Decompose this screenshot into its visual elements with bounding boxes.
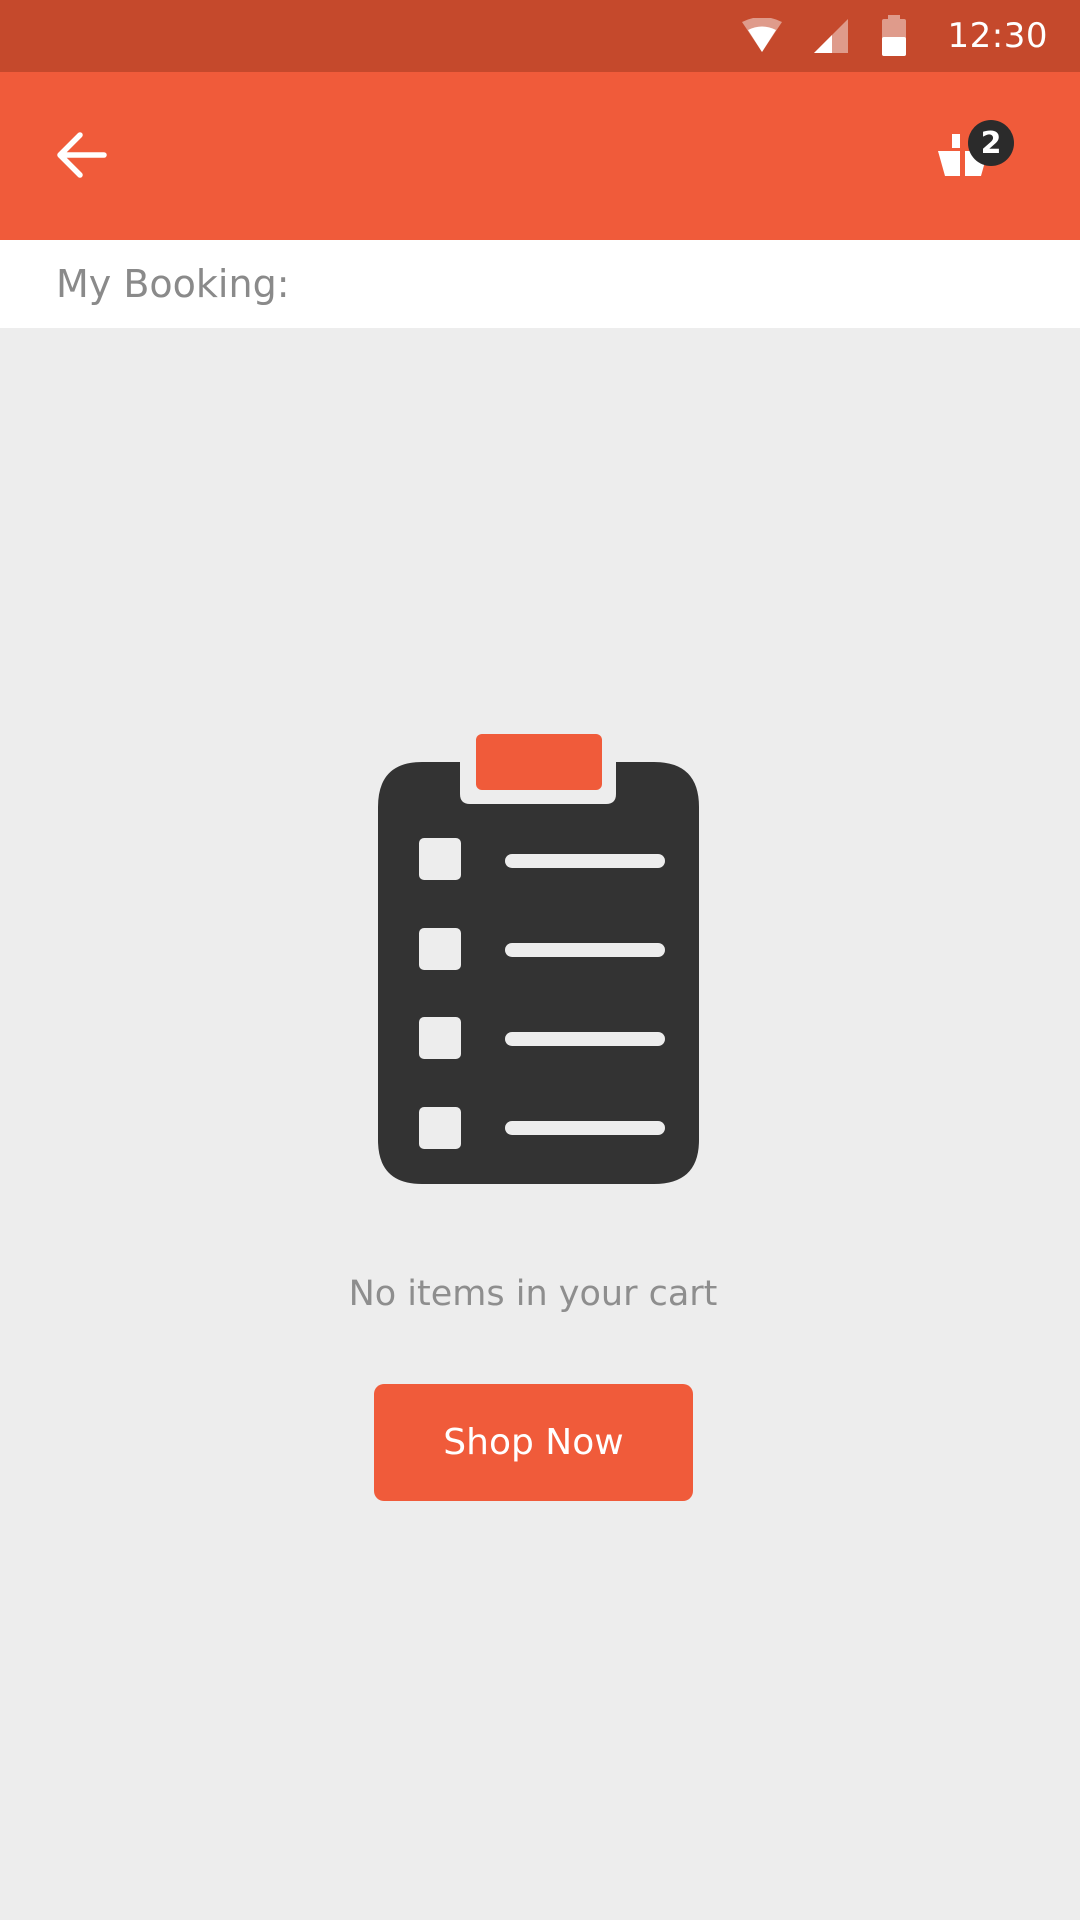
sub-header: My Booking: <box>0 240 1080 328</box>
empty-cart-message: No items in your cart <box>348 1274 718 1314</box>
arrow-left-icon <box>57 132 107 178</box>
page-title: My Booking: <box>56 262 290 306</box>
shop-now-button[interactable]: Shop Now <box>374 1384 693 1501</box>
battery-icon <box>880 15 908 57</box>
app-bar: 2 <box>0 72 1080 240</box>
cart-button[interactable]: 2 <box>938 120 1018 190</box>
wifi-icon <box>740 18 784 54</box>
cart-count-badge: 2 <box>968 120 1014 166</box>
clipboard-checklist-icon <box>378 734 699 1184</box>
cellular-signal-icon <box>812 17 852 55</box>
status-time: 12:30 <box>947 16 1048 56</box>
status-bar: 12:30 <box>0 0 1080 72</box>
back-button[interactable] <box>50 124 112 186</box>
